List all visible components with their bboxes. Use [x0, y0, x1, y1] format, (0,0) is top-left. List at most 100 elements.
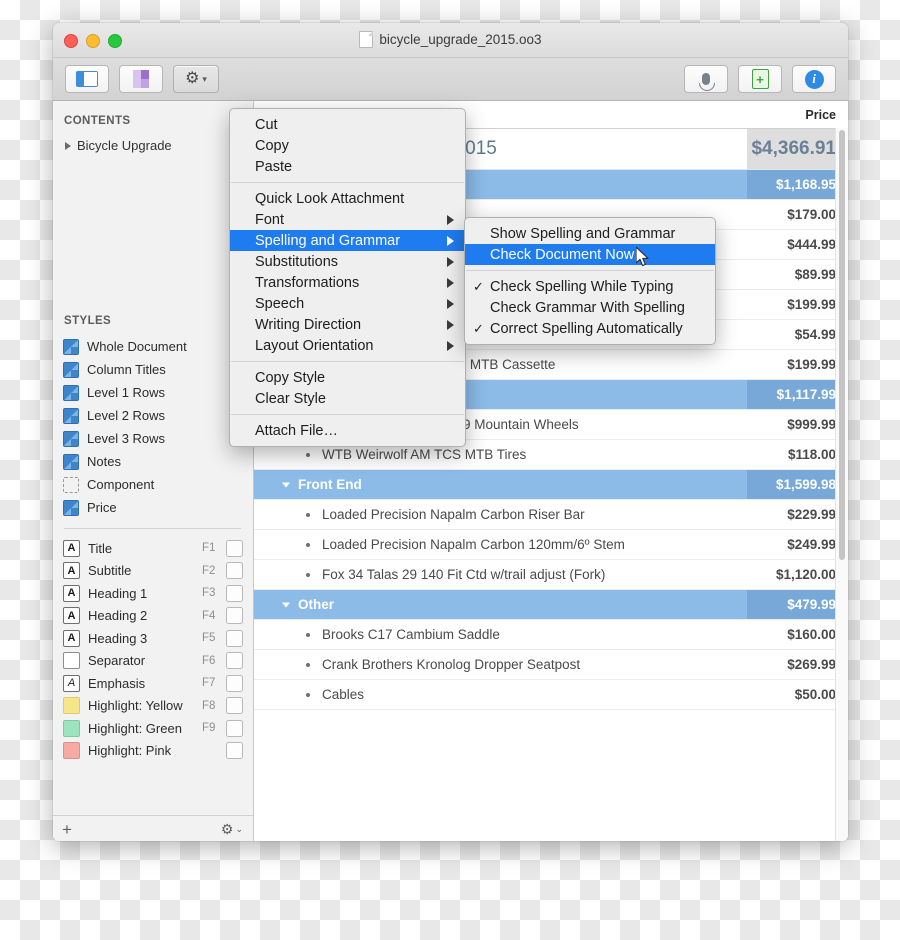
menu-item[interactable]: Layout Orientation — [230, 335, 465, 356]
shortcut-checkbox[interactable] — [226, 629, 243, 647]
shortcut-checkbox[interactable] — [226, 742, 243, 760]
style-shortcuts-list: A Title F1 A Subtitle F2 A Heading 1 F3 A Heading … — [53, 537, 253, 762]
style-actions-menu[interactable]: ⚙ ⌄ — [221, 821, 243, 838]
style-shortcut-row[interactable]: A Title F1 — [63, 537, 253, 560]
menu-item[interactable]: Attach File… — [230, 420, 465, 441]
style-shortcut-row[interactable]: Highlight: Yellow F8 — [63, 695, 253, 718]
menu-item[interactable]: Paste — [230, 156, 465, 177]
styles-header: STYLES — [64, 315, 112, 327]
style-list-item[interactable]: Level 1 Rows — [63, 381, 253, 404]
style-shortcut-row[interactable]: A Heading 2 F4 — [63, 605, 253, 628]
outline-item-row[interactable]: Loaded Precision Napalm Carbon Riser Bar… — [254, 500, 848, 530]
row-text: Brooks C17 Cambium Saddle — [322, 627, 500, 642]
style-list-item[interactable]: Price — [63, 496, 253, 519]
outline-item-row[interactable]: Fox 34 Talas 29 140 Fit Ctd w/trail adju… — [254, 560, 848, 590]
row-price: $999.99 — [787, 417, 836, 432]
style-shortcut-row[interactable]: Highlight: Pink — [63, 740, 253, 763]
vertical-scrollbar[interactable] — [835, 128, 848, 841]
style-shortcut-row[interactable]: Separator F6 — [63, 650, 253, 673]
menu-item[interactable]: Show Spelling and Grammar — [465, 223, 715, 244]
outline-group-row[interactable]: Front End $1,599.98 — [254, 470, 848, 500]
disclosure-triangle-icon[interactable] — [65, 141, 71, 150]
sidebar-toggle-button[interactable] — [65, 65, 109, 93]
item-row-label: WTB Weirwolf AM TCS MTB Tires — [254, 447, 747, 462]
row-price: $1,599.98 — [747, 470, 848, 499]
outline-item-row[interactable]: Crank Brothers Kronolog Dropper Seatpost… — [254, 650, 848, 680]
menu-item-label: Quick Look Attachment — [255, 190, 405, 207]
menu-item[interactable]: Copy — [230, 135, 465, 156]
menu-item-label: Cut — [255, 116, 278, 133]
menu-item[interactable]: Cut — [230, 114, 465, 135]
row-price: $199.99 — [787, 297, 836, 312]
shortcut-key: F6 — [202, 654, 216, 667]
window-title: bicycle_upgrade_2015.oo3 — [379, 32, 542, 47]
style-item-label: Level 1 Rows — [87, 385, 166, 400]
outline-item-row[interactable]: Loaded Precision Napalm Carbon 120mm/6º … — [254, 530, 848, 560]
style-shortcut-row[interactable]: A Heading 3 F5 — [63, 627, 253, 650]
menu-item[interactable]: Quick Look Attachment — [230, 188, 465, 209]
menu-item[interactable]: Substitutions — [230, 251, 465, 272]
outline-item-row[interactable]: Brooks C17 Cambium Saddle $160.00 — [254, 620, 848, 650]
shortcut-label: Subtitle — [88, 563, 132, 579]
menu-item[interactable]: Writing Direction — [230, 314, 465, 335]
checkmark-icon: ✓ — [473, 320, 484, 336]
shortcut-checkbox[interactable] — [226, 652, 243, 670]
context-menu[interactable]: Cut Copy Paste Quick Look Attachment Font Spe… — [229, 108, 466, 447]
menu-item[interactable]: Copy Style — [230, 367, 465, 388]
style-list-item[interactable]: Whole Document — [63, 335, 253, 358]
menu-item[interactable]: ✓ Check Spelling While Typing — [465, 276, 715, 297]
menu-item[interactable]: Spelling and Grammar — [230, 230, 465, 251]
bullet-icon — [306, 662, 310, 667]
style-item-label: Notes — [87, 454, 121, 469]
template-button[interactable] — [119, 65, 163, 93]
settings-menu-button[interactable]: ⚙ ▾ — [173, 65, 219, 93]
microphone-icon — [699, 73, 715, 91]
menu-item-label: Spelling and Grammar — [255, 232, 401, 249]
scrollbar-thumb[interactable] — [839, 130, 845, 560]
menu-item[interactable]: Clear Style — [230, 388, 465, 409]
row-text: Cables — [322, 687, 365, 702]
item-row-label: Loaded Precision Napalm Carbon 120mm/6º … — [254, 537, 747, 552]
shortcut-checkbox[interactable] — [226, 584, 243, 602]
shortcut-checkbox[interactable] — [226, 674, 243, 692]
add-style-button[interactable]: + — [62, 821, 72, 838]
spelling-submenu[interactable]: Show Spelling and Grammar Check Document … — [464, 217, 716, 345]
style-shortcut-row[interactable]: A Emphasis F7 — [63, 672, 253, 695]
inspector-button[interactable]: i — [792, 65, 836, 93]
style-list-item[interactable]: Notes — [63, 450, 253, 473]
outline-item-row[interactable]: Cables $50.00 — [254, 680, 848, 710]
style-list-item[interactable]: Level 2 Rows — [63, 404, 253, 427]
style-list-item[interactable]: Component — [63, 473, 253, 496]
sidebar-item-bicycle-upgrade[interactable]: Bicycle Upgrade — [53, 135, 253, 153]
menu-item-label: Correct Spelling Automatically — [490, 320, 683, 337]
disclosure-triangle-icon[interactable] — [282, 482, 290, 487]
shortcut-label: Highlight: Yellow — [88, 698, 183, 714]
shortcut-checkbox[interactable] — [226, 697, 243, 715]
menu-item[interactable]: Check Grammar With Spelling — [465, 297, 715, 318]
style-shortcut-row[interactable]: A Subtitle F2 — [63, 560, 253, 583]
menu-item[interactable]: Transformations — [230, 272, 465, 293]
add-row-button[interactable]: + — [738, 65, 782, 93]
menu-item[interactable]: Font — [230, 209, 465, 230]
style-shortcut-row[interactable]: A Heading 1 F3 — [63, 582, 253, 605]
outline-group-row[interactable]: Other $479.99 — [254, 590, 848, 620]
row-price: $54.99 — [794, 327, 836, 342]
dictation-button[interactable] — [684, 65, 728, 93]
menu-item[interactable]: Speech — [230, 293, 465, 314]
contents-item-label: Bicycle Upgrade — [77, 138, 172, 153]
menu-item-label: Copy Style — [255, 369, 326, 386]
menu-item[interactable]: ✓ Correct Spelling Automatically — [465, 318, 715, 339]
shortcut-checkbox[interactable] — [226, 607, 243, 625]
style-list-item[interactable]: Column Titles — [63, 358, 253, 381]
menu-item[interactable]: Check Document Now — [465, 244, 715, 265]
shortcut-checkbox[interactable] — [226, 539, 243, 557]
shortcut-checkbox[interactable] — [226, 719, 243, 737]
disclosure-triangle-icon[interactable] — [282, 602, 290, 607]
menu-item-label: Paste — [255, 158, 293, 175]
column-header-price: Price — [805, 107, 836, 122]
shortcut-checkbox[interactable] — [226, 562, 243, 580]
style-glyph-icon: A — [63, 674, 80, 692]
style-list-item[interactable]: Level 3 Rows — [63, 427, 253, 450]
style-shortcut-row[interactable]: Highlight: Green F9 — [63, 717, 253, 740]
shortcut-label: Heading 1 — [88, 585, 148, 601]
